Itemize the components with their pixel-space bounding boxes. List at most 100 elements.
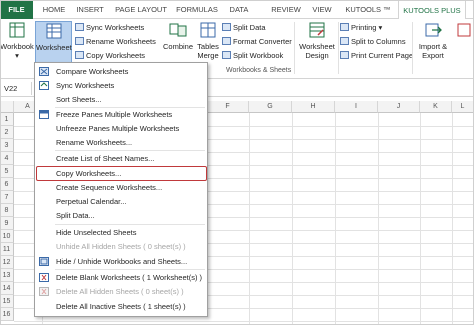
column-header-k[interactable]: K bbox=[420, 101, 452, 113]
menu-item-label: Create Sequence Worksheets... bbox=[56, 183, 163, 192]
tab-data[interactable]: DATA bbox=[225, 0, 253, 19]
grid-line bbox=[249, 113, 250, 325]
menu-item-delete-all-inactive-sheets[interactable]: Delete All Inactive Sheets ( 1 sheet(s) … bbox=[35, 300, 207, 313]
row-header[interactable]: 14 bbox=[0, 282, 14, 295]
delete-blank-icon bbox=[39, 273, 49, 282]
ribbon-separator bbox=[412, 22, 413, 74]
split-workbook-label: Split Workbook bbox=[233, 51, 284, 60]
format-converter-button[interactable]: Format Converter bbox=[222, 36, 292, 48]
column-header-l[interactable]: L bbox=[452, 101, 474, 113]
menu-item-create-list-sheet-names[interactable]: Create List of Sheet Names... bbox=[35, 152, 207, 165]
worksheet-button[interactable]: Worksheet bbox=[35, 21, 72, 65]
split-to-columns-button[interactable]: Split to Columns bbox=[340, 36, 406, 48]
freeze-icon bbox=[39, 110, 49, 119]
column-header-j[interactable]: J bbox=[378, 101, 420, 113]
split-workbook-button[interactable]: Split Workbook bbox=[222, 50, 283, 62]
rename-worksheets-button[interactable]: Rename Worksheets bbox=[75, 36, 156, 48]
tab-file[interactable]: FILE bbox=[0, 0, 33, 19]
copy-worksheets-button[interactable]: Copy Worksheets bbox=[75, 50, 145, 62]
printing-caret: ▾ bbox=[378, 23, 383, 32]
menu-item-unfreeze-panes[interactable]: Unfreeze Panes Multiple Worksheets bbox=[35, 122, 207, 135]
column-header-i[interactable]: I bbox=[335, 101, 378, 113]
row-header[interactable]: 13 bbox=[0, 269, 14, 282]
workbook-button[interactable]: Workbook ▾ bbox=[0, 21, 34, 60]
row-header[interactable]: 8 bbox=[0, 204, 14, 217]
menu-item-sync-worksheets[interactable]: Sync Worksheets bbox=[35, 79, 207, 92]
delete-hidden-icon bbox=[39, 287, 49, 296]
rename-icon bbox=[75, 37, 84, 45]
grid-line bbox=[335, 113, 336, 325]
tab-review[interactable]: REVIEW bbox=[268, 0, 304, 19]
hide-unhide-icon bbox=[39, 257, 49, 266]
print-current-page-label: Print Current Page bbox=[351, 51, 414, 60]
select-all-corner[interactable] bbox=[0, 101, 14, 113]
combine-button[interactable]: Combine bbox=[160, 21, 196, 51]
tab-kutools[interactable]: KUTOOLS ™ bbox=[341, 0, 395, 19]
row-header[interactable]: 5 bbox=[0, 165, 14, 178]
column-header-h[interactable]: H bbox=[292, 101, 335, 113]
menu-item-hide-unselected-sheets[interactable]: Hide Unselected Sheets bbox=[35, 226, 207, 239]
split-data-label: Split Data bbox=[233, 23, 266, 32]
menu-item-sort-sheets[interactable]: Sort Sheets... bbox=[35, 93, 207, 106]
menu-item-label: Delete Blank Worksheets ( 1 Worksheet(s)… bbox=[56, 273, 203, 282]
worksheet-design-button[interactable]: Worksheet Design bbox=[297, 21, 337, 60]
grid-line bbox=[378, 113, 379, 325]
column-header-g[interactable]: G bbox=[249, 101, 292, 113]
row-header[interactable]: 9 bbox=[0, 217, 14, 230]
menu-item-label: Unfreeze Panes Multiple Worksheets bbox=[56, 124, 180, 133]
menu-item-label: Compare Worksheets bbox=[56, 67, 129, 76]
sync-worksheets-button[interactable]: Sync Worksheets bbox=[75, 22, 144, 34]
menu-item-create-sequence-worksheets[interactable]: Create Sequence Worksheets... bbox=[35, 181, 207, 194]
tab-page-layout[interactable]: PAGE LAYOUT bbox=[112, 0, 170, 19]
row-header[interactable]: 2 bbox=[0, 126, 14, 139]
menu-item-delete-blank-worksheets[interactable]: Delete Blank Worksheets ( 1 Worksheet(s)… bbox=[35, 271, 207, 284]
group-label-workbooks-sheets: Workbooks & Sheets bbox=[226, 67, 292, 74]
column-header-f[interactable]: F bbox=[207, 101, 249, 113]
resource-icon bbox=[457, 23, 471, 37]
tab-home[interactable]: HOME bbox=[38, 0, 70, 19]
menu-item-label: Create List of Sheet Names... bbox=[56, 154, 155, 163]
row-header[interactable]: 3 bbox=[0, 139, 14, 152]
row-header[interactable]: 4 bbox=[0, 152, 14, 165]
split-data-button[interactable]: Split Data bbox=[222, 22, 266, 34]
menu-item-compare-worksheets[interactable]: Compare Worksheets bbox=[35, 65, 207, 78]
row-header[interactable]: 6 bbox=[0, 178, 14, 191]
tables-merge-icon bbox=[200, 22, 216, 38]
menu-item-label: Delete All Inactive Sheets ( 1 sheet(s) … bbox=[56, 302, 186, 311]
menu-separator bbox=[55, 224, 205, 225]
row-header[interactable]: 12 bbox=[0, 256, 14, 269]
tab-formulas[interactable]: FORMULAS bbox=[171, 0, 223, 19]
row-header[interactable]: 16 bbox=[0, 308, 14, 321]
printing-button[interactable]: Printing ▾ bbox=[340, 22, 382, 34]
menu-item-perpetual-calendar[interactable]: Perpetual Calendar... bbox=[35, 195, 207, 208]
ribbon-overflow-button[interactable] bbox=[455, 21, 474, 42]
menu-item-rename-worksheets[interactable]: Rename Worksheets... bbox=[35, 136, 207, 149]
grid-line bbox=[452, 113, 453, 325]
menu-item-freeze-panes[interactable]: Freeze Panes Multiple Worksheets bbox=[35, 108, 207, 121]
tab-insert[interactable]: INSERT bbox=[72, 0, 108, 19]
format-converter-label: Format Converter bbox=[233, 37, 292, 46]
row-header[interactable]: 7 bbox=[0, 191, 14, 204]
tables-merge-button[interactable]: Tables Merge bbox=[195, 21, 221, 60]
row-header[interactable]: 15 bbox=[0, 295, 14, 308]
worksheet-icon bbox=[46, 23, 61, 39]
row-header[interactable]: 10 bbox=[0, 230, 14, 243]
menu-item-split-data[interactable]: Split Data... bbox=[35, 209, 207, 222]
menu-item-hide-unhide-workbooks[interactable]: Hide / Unhide Workbooks and Sheets... bbox=[35, 255, 207, 268]
row-header[interactable]: 11 bbox=[0, 243, 14, 256]
workbook-icon bbox=[9, 22, 25, 38]
combine-icon bbox=[169, 23, 187, 37]
menu-item-unhide-all-hidden-sheets[interactable]: Unhide All Hidden Sheets ( 0 sheet(s) ) bbox=[35, 240, 207, 253]
import-export-button[interactable]: Import & Export bbox=[414, 21, 452, 60]
tab-kutools-plus[interactable]: KUTOOLS PLUS bbox=[398, 0, 466, 20]
split-to-columns-label: Split to Columns bbox=[351, 37, 406, 46]
print-current-page-button[interactable]: Print Current Page bbox=[340, 50, 413, 62]
menu-item-label: Hide / Unhide Workbooks and Sheets... bbox=[56, 257, 188, 266]
menu-separator bbox=[55, 150, 205, 151]
menu-item-delete-all-hidden-sheets[interactable]: Delete All Hidden Sheets ( 0 sheet(s) ) bbox=[35, 285, 207, 298]
tab-view[interactable]: VIEW bbox=[308, 0, 336, 19]
name-box[interactable]: V22 bbox=[2, 82, 32, 95]
split-columns-icon bbox=[340, 37, 349, 45]
row-header[interactable]: 1 bbox=[0, 113, 14, 126]
menu-item-label: Split Data... bbox=[56, 211, 95, 220]
